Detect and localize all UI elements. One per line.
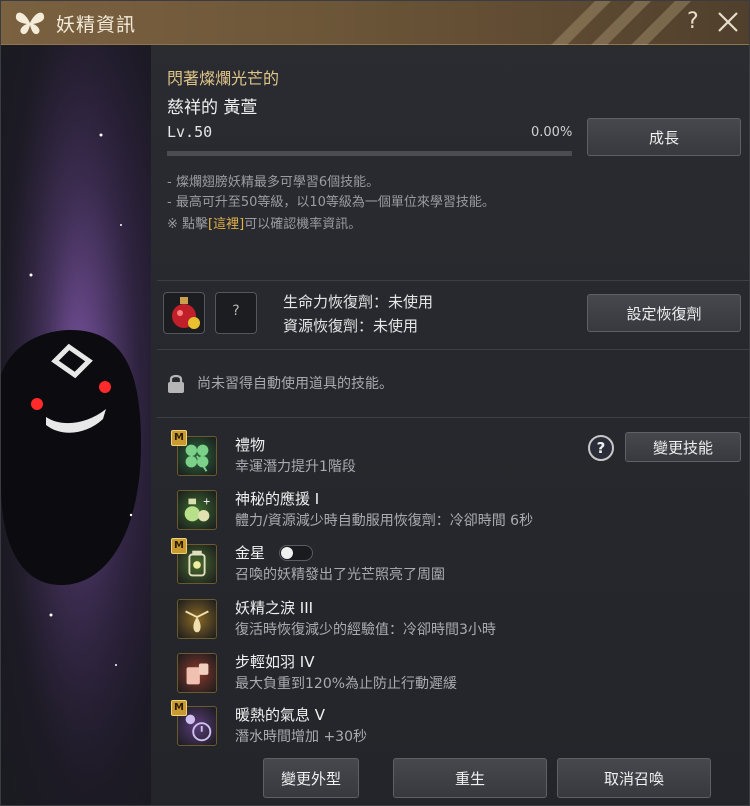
- change-appearance-button[interactable]: 變更外型: [263, 758, 359, 798]
- skill-name: 暖熱的氣息 V: [235, 706, 326, 724]
- skill-description: 最大負重到120%為止防止行動遲緩: [235, 676, 458, 692]
- skill-row: M 禮物幸運潛力提升1階段: [171, 428, 731, 482]
- tear-icon: [177, 599, 217, 639]
- title-bar[interactable]: 妖精資訊 ?: [1, 1, 749, 45]
- toggle-knob: [281, 547, 293, 559]
- set-recovery-button[interactable]: 設定恢復劑: [587, 294, 741, 332]
- rebirth-button[interactable]: 重生: [393, 758, 547, 798]
- butterfly-icon: [15, 12, 45, 35]
- auto-use-locked-text: 尚未習得自動使用道具的技能。: [197, 376, 393, 392]
- fairy-subtitle: 閃著燦爛光芒的: [167, 69, 280, 88]
- skill-row: 妖精之淚 III 復活時恢復減少的經驗值：冷卻時間3小時: [171, 591, 731, 645]
- fairy-level: Lv.50: [167, 123, 213, 141]
- potion-support-icon: +: [177, 490, 217, 530]
- resource-recovery-status: 資源恢復劑：未使用: [283, 317, 419, 335]
- empty-slot-label: ?: [232, 303, 240, 319]
- auto-use-locked-row: 尚未習得自動使用道具的技能。: [167, 372, 393, 394]
- skill-description: 復活時恢復減少的經驗值：冷卻時間3小時: [235, 622, 496, 638]
- window-title: 妖精資訊: [56, 14, 137, 36]
- skill-description: 體力/資源減少時自動服用恢復劑：冷卻時間 6秒: [235, 513, 534, 529]
- master-badge: M: [171, 700, 187, 716]
- skill-toggle-switch[interactable]: [279, 545, 313, 561]
- skill-description: 召喚的妖精發出了光芒照亮了周圍: [235, 567, 445, 583]
- grow-button[interactable]: 成長: [587, 118, 741, 156]
- red-potion-icon: [172, 297, 200, 329]
- growth-progress-bar: [167, 151, 572, 156]
- skill-row: M 暖熱的氣息 V 潛水時間增加 +30秒: [171, 698, 731, 752]
- info-probability-prefix: ※ 點擊: [167, 217, 209, 232]
- divider: [157, 349, 749, 350]
- info-probability: ※ 點擊[這裡]可以確認機率資訊。: [167, 213, 361, 232]
- help-button[interactable]: ?: [687, 9, 699, 34]
- lock-icon: [168, 374, 184, 393]
- skill-name: 禮物: [235, 436, 266, 454]
- info-skill-limit: - 燦爛翅膀妖精最多可學習6個技能。: [167, 175, 380, 190]
- skill-description: 潛水時間增加 +30秒: [235, 729, 367, 745]
- skill-description: 幸運潛力提升1階段: [235, 459, 356, 475]
- skill-row: 步輕如羽 IV 最大負重到120%為止防止行動遲緩: [171, 645, 731, 699]
- skill-name: 神秘的應援 I: [235, 490, 320, 508]
- cancel-summon-button[interactable]: 取消召喚: [557, 758, 711, 798]
- recovery-slot-hp[interactable]: [163, 292, 205, 334]
- weight-icon: [177, 653, 217, 693]
- fairy-info-window: 妖精資訊 ? 閃著燦爛光芒的 慈祥的 黃萱 Lv.50 0.00% 成長 - 燦…: [0, 0, 750, 806]
- growth-percent: 0.00%: [531, 125, 573, 140]
- divider: [157, 417, 749, 418]
- skill-name: 金星: [235, 544, 266, 562]
- svg-text:+: +: [203, 496, 211, 507]
- master-badge: M: [171, 430, 187, 446]
- skill-name: 妖精之淚 III: [235, 599, 314, 617]
- skill-name: 步輕如羽 IV: [235, 653, 315, 671]
- recovery-slot-resource[interactable]: ?: [215, 292, 257, 334]
- main-content: 閃著燦爛光芒的 慈祥的 黃萱 Lv.50 0.00% 成長 - 燦爛翅膀妖精最多…: [151, 45, 749, 805]
- info-probability-suffix: 可以確認機率資訊。: [244, 217, 362, 232]
- title-bar-decoration: [551, 1, 691, 45]
- fairy-portrait-art: [1, 45, 151, 805]
- fairy-portrait: [1, 45, 151, 805]
- probability-link[interactable]: [這裡]: [208, 217, 244, 232]
- hp-recovery-status: 生命力恢復劑：未使用: [283, 293, 434, 311]
- master-badge: M: [171, 538, 187, 554]
- info-level-limit: - 最高可升至50等級，以10等級為一個單位來學習技能。: [167, 195, 495, 210]
- close-icon[interactable]: [715, 7, 741, 35]
- fairy-name: 慈祥的 黃萱: [167, 98, 258, 118]
- skill-row: M 金星召喚的妖精發出了光芒照亮了周圍: [171, 536, 731, 590]
- divider: [157, 280, 749, 281]
- skill-row: + 神秘的應援 I 體力/資源減少時自動服用恢復劑：冷卻時間 6秒: [171, 482, 731, 536]
